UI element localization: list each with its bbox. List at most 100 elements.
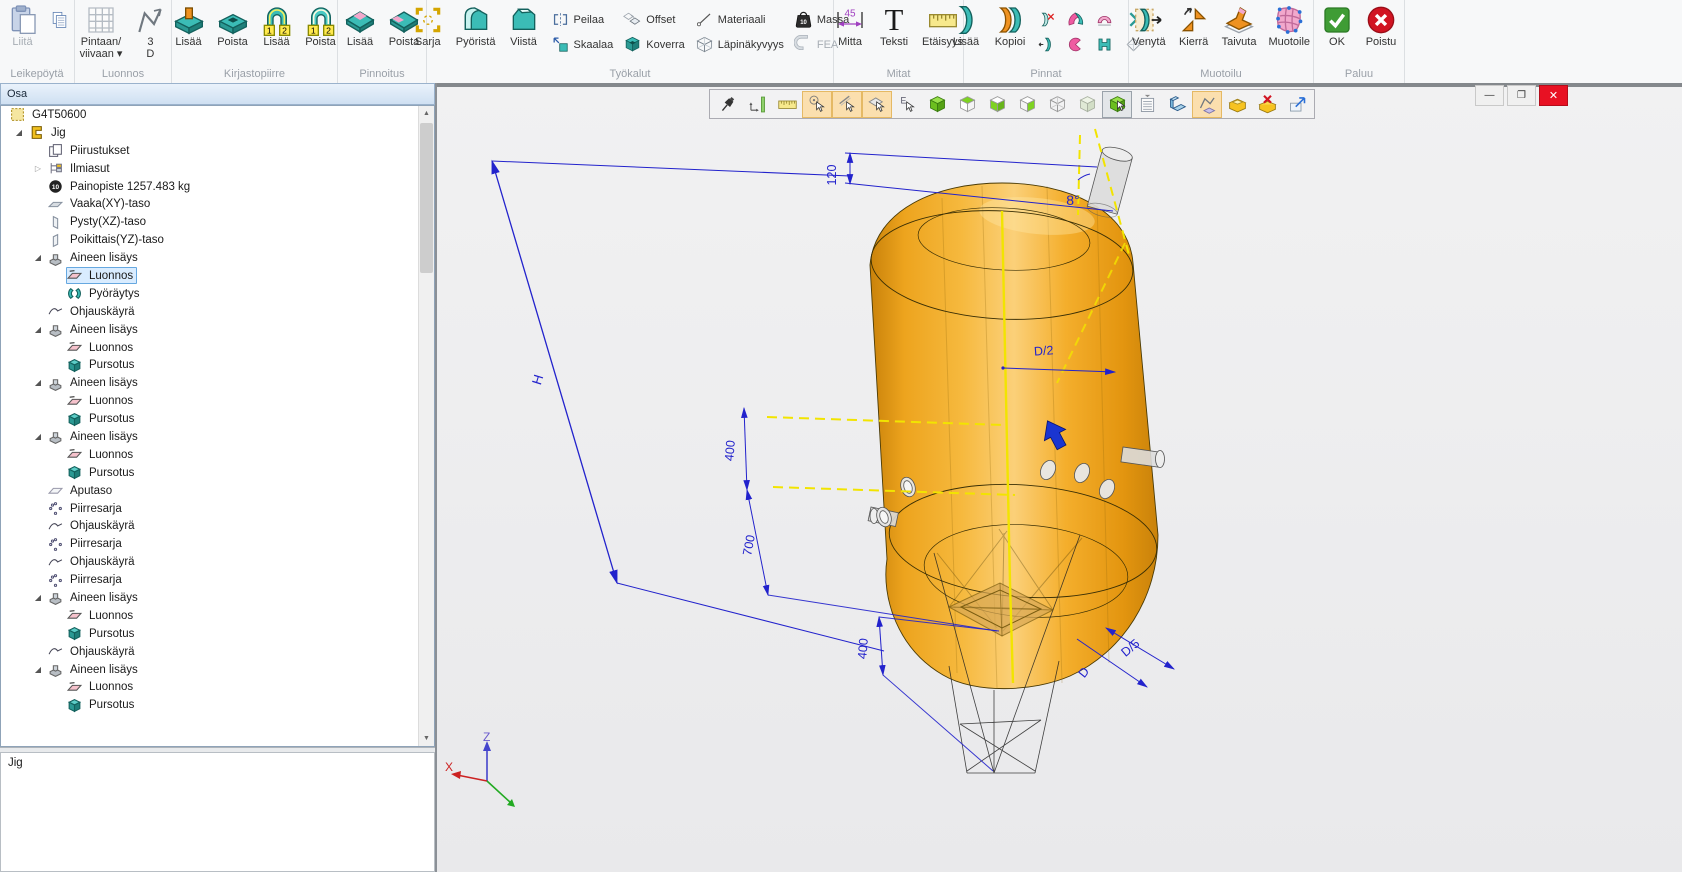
deform-button[interactable]: Muotoile [1265,3,1313,49]
library-remove-2-button[interactable]: 12Poista [302,3,340,49]
surface-trim-button[interactable] [1064,9,1087,30]
minimize-button[interactable]: — [1475,85,1504,106]
tree-item-pursotus[interactable]: Pursotus [1,410,434,428]
caret-expanded-icon[interactable]: ◢ [32,665,44,674]
library-remove-button[interactable]: Poista [214,3,252,49]
surface-cap-button[interactable] [1093,9,1116,30]
surface-delete-button[interactable] [1035,9,1058,30]
fillet-button[interactable]: Pyöristä [453,3,499,49]
shaded-face-icon[interactable] [1012,91,1042,118]
mirror-button[interactable]: Peilaa [549,9,616,30]
tree-item-aineen-lis-ys[interactable]: ◢Aineen lisäys [1,374,434,392]
tree-item-luonnos[interactable]: Luonnos [1,267,434,285]
archive-icon[interactable] [1222,91,1252,118]
caret-expanded-icon[interactable]: ◢ [32,593,44,602]
transparency-button[interactable]: Läpinäkyvyys [693,34,786,55]
tree-item-poikittais-yz-taso[interactable]: Poikittais(YZ)-taso [1,231,434,249]
copy-button[interactable] [48,9,71,30]
sketch-3d-button[interactable]: 3D [131,3,169,61]
profiles-icon[interactable] [1162,91,1192,118]
tree-item-ohjausk-yr-[interactable]: Ohjauskäyrä [1,517,434,535]
tree-item-piirresarja[interactable]: Piirresarja [1,500,434,518]
ok-button[interactable]: OK [1318,3,1356,49]
caret-expanded-icon[interactable]: ◢ [32,253,44,262]
scroll-down-icon[interactable]: ▼ [419,731,434,746]
library-add-2-button[interactable]: 12Lisää [258,3,296,49]
measure-icon[interactable] [772,91,802,118]
caret-expanded-icon[interactable]: ◢ [32,432,44,441]
shaded-icon[interactable] [922,91,952,118]
sketch-on-face-button[interactable]: Pintaan/viivaan ▾ [77,3,126,61]
series-button[interactable]: Sarja [409,3,447,49]
tree-item-painopiste-1257-483-kg[interactable]: 10Painopiste 1257.483 kg [1,178,434,196]
snap-element-icon[interactable]: E [892,91,922,118]
tree-item-pursotus[interactable]: Pursotus [1,696,434,714]
tree-item-ohjausk-yr-[interactable]: Ohjauskäyrä [1,303,434,321]
chamfer-button[interactable]: Viistä [505,3,543,49]
tree-item-pysty-xz-taso[interactable]: Pysty(XZ)-taso [1,213,434,231]
drag-dimension-icon[interactable] [742,91,772,118]
tree-item-luonnos[interactable]: Luonnos [1,446,434,464]
offset-button[interactable]: Offset [621,9,687,30]
tree-item-jig[interactable]: ◢Jig [1,124,434,142]
tree-item-aputaso[interactable]: Aputaso [1,482,434,500]
surface-copy-button[interactable]: Kopioi [991,3,1029,49]
surface-add-button[interactable]: Lisää [947,3,985,49]
scale-button[interactable]: Skaalaa [549,34,616,55]
tree-item-aineen-lis-ys[interactable]: ◢Aineen lisäys [1,249,434,267]
twist-button[interactable]: Kierrä [1175,3,1213,49]
tree-item-aineen-lis-ys[interactable]: ◢Aineen lisäys [1,321,434,339]
coating-add-button[interactable]: Lisää [341,3,379,49]
close-button[interactable]: ✕ [1539,85,1568,106]
bend-button[interactable]: Taivuta [1219,3,1260,49]
wireframe-icon[interactable] [1042,91,1072,118]
tree-item-py-r-ytys[interactable]: Pyöräytys [1,285,434,303]
tree-item-ilmiasut[interactable]: ▷Ilmiasut [1,160,434,178]
tree-item-luonnos[interactable]: Luonnos [1,392,434,410]
notes-icon[interactable] [1132,91,1162,118]
caret-expanded-icon[interactable]: ◢ [13,128,25,137]
snap-face-icon[interactable] [862,91,892,118]
caret-collapsed-icon[interactable]: ▷ [32,164,44,173]
tree-item-luonnos[interactable]: Luonnos [1,339,434,357]
caret-expanded-icon[interactable]: ◢ [32,378,44,387]
tree-scrollbar[interactable]: ▲ ▼ [418,106,434,746]
tree-item-luonnos[interactable]: Luonnos [1,607,434,625]
shaded-top-icon[interactable] [952,91,982,118]
surface-move-button[interactable] [1035,34,1058,55]
hollow-button[interactable]: Koverra [621,34,687,55]
tree-item-pursotus[interactable]: Pursotus [1,625,434,643]
shaded-sides-icon[interactable] [982,91,1012,118]
scroll-up-icon[interactable]: ▲ [419,106,434,121]
library-add-button[interactable]: Lisää [170,3,208,49]
text-button[interactable]: TTeksti [875,3,913,49]
tree-item-pursotus[interactable]: Pursotus [1,356,434,374]
viewport-3d[interactable]: 120 8° D/2 H 400 700 400 D/5 D Z X [437,83,1682,872]
tree-item-piirustukset[interactable]: Piirustukset [1,142,434,160]
export-icon[interactable] [1282,91,1312,118]
tree-item-aineen-lis-ys[interactable]: ◢Aineen lisäys [1,428,434,446]
snap-edge-icon[interactable] [832,91,862,118]
select-solid-icon[interactable] [1102,91,1132,118]
archive-delete-icon[interactable] [1252,91,1282,118]
tree-item-pursotus[interactable]: Pursotus [1,464,434,482]
scrollbar-thumb[interactable] [420,123,433,273]
material-button[interactable]: Materiaali [693,9,786,30]
tree-item-luonnos[interactable]: Luonnos [1,679,434,697]
3d-scene[interactable]: 120 8° D/2 H 400 700 400 D/5 D Z X [437,83,1682,868]
maximize-button[interactable]: ❐ [1507,85,1536,106]
shaded-pale-icon[interactable] [1072,91,1102,118]
tree-item-g4t50600[interactable]: G4T50600 [1,106,434,124]
surface-fillet-button[interactable] [1064,34,1087,55]
tree-item-aineen-lis-ys[interactable]: ◢Aineen lisäys [1,589,434,607]
snap-point-icon[interactable] [802,91,832,118]
stretch-button[interactable]: Venytä [1129,3,1169,49]
paste-button[interactable]: Liitä [4,3,42,49]
tree-item-piirresarja[interactable]: Piirresarja [1,571,434,589]
pin-icon[interactable] [712,91,742,118]
tree-item-aineen-lis-ys[interactable]: ◢Aineen lisäys [1,661,434,679]
sketch-3d-icon[interactable] [1192,91,1222,118]
caret-expanded-icon[interactable]: ◢ [32,325,44,334]
tree-item-ohjausk-yr-[interactable]: Ohjauskäyrä [1,643,434,661]
tree-item-vaaka-xy-taso[interactable]: Vaaka(XY)-taso [1,195,434,213]
